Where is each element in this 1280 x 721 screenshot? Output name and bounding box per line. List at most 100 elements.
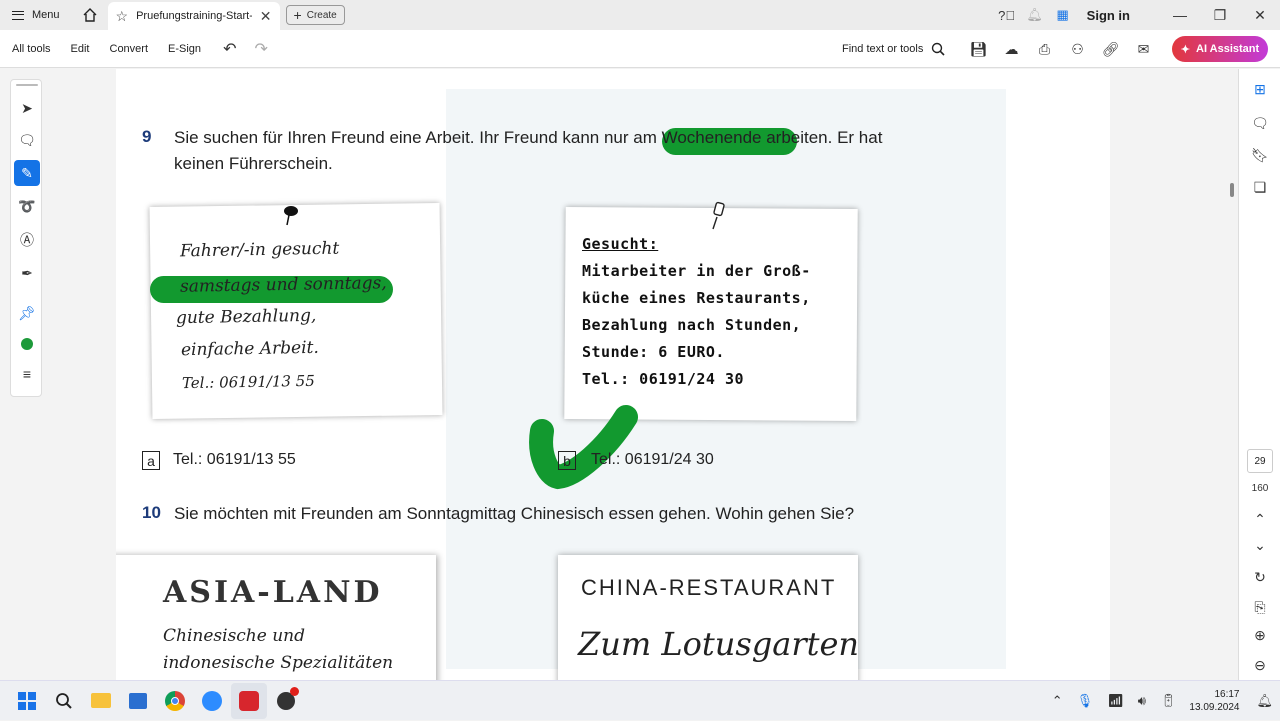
microphone-icon[interactable]: 🎙︎: [1077, 693, 1094, 709]
asia-land-subtitle: Chinesische und indonesische Spezialität…: [163, 623, 393, 677]
star-icon[interactable]: ☆: [116, 8, 129, 25]
menu-label: Menu: [32, 9, 60, 21]
close-window-button[interactable]: ✕: [1240, 0, 1280, 30]
clock[interactable]: 16:17 13.09.2024: [1189, 688, 1239, 714]
sign-in-button[interactable]: Sign in: [1087, 8, 1130, 23]
esign-menu[interactable]: E-Sign: [156, 43, 201, 55]
search-icon: [932, 42, 945, 56]
comments-icon[interactable]: 🗨︎: [1239, 115, 1280, 132]
pages-icon[interactable]: ❏: [1239, 179, 1280, 196]
card-a-line-4: einfache Arbeit.: [180, 337, 319, 361]
comment-icon[interactable]: 🗨︎: [14, 127, 40, 153]
china-restaurant-title: CHINA-RESTAURANT: [581, 575, 837, 600]
email-icon[interactable]: ✉: [1127, 41, 1160, 58]
vertical-scrollbar-thumb[interactable]: [1230, 183, 1234, 197]
main-toolbar: All tools Edit Convert E-Sign ↶ ↷ Find t…: [0, 30, 1280, 68]
green-checkmark-annotation[interactable]: [528, 403, 640, 491]
chevron-up-icon[interactable]: ⌃: [1239, 511, 1280, 528]
zoom-icon[interactable]: [194, 683, 230, 719]
highlight-pen-icon[interactable]: ✎: [14, 160, 40, 186]
create-button[interactable]: + Create: [285, 5, 345, 25]
question-10-number: 10: [142, 503, 161, 522]
undo-icon[interactable]: ↶: [223, 39, 236, 59]
ai-comment-icon[interactable]: ⊞: [1239, 81, 1280, 98]
bookmark-icon[interactable]: 🔖︎: [1239, 147, 1280, 164]
card-b-line-5: Stunde: 6 EURO.: [582, 343, 725, 361]
asia-land-sub-1: Chinesische und: [163, 626, 306, 646]
asia-land-sub-2: indonesische Spezialitäten: [163, 653, 394, 673]
option-b-box[interactable]: b: [558, 451, 576, 470]
card-b-line-1: Gesucht:: [582, 235, 659, 253]
bell-icon[interactable]: 🔔︎: [1021, 0, 1049, 30]
all-tools-menu[interactable]: All tools: [0, 43, 51, 55]
store-icon[interactable]: [120, 683, 156, 719]
sign-pen-icon[interactable]: ✒: [14, 260, 40, 286]
share-user-icon[interactable]: ⚇: [1061, 41, 1094, 58]
chevron-down-icon[interactable]: ⌄: [1239, 537, 1280, 554]
card-a-line-1: Fahrer/-in gesucht: [179, 238, 340, 262]
right-rail: ⊞ 🗨︎ 🔖︎ ❏ 29 160 ⌃ ⌄ ↻ ⎘ ⊕ ⊖: [1110, 69, 1280, 680]
question-9-line-1: Sie suchen für Ihren Freund eine Arbeit.…: [174, 128, 883, 147]
link-icon[interactable]: 🔗︎: [1094, 41, 1127, 58]
zoom-out-icon[interactable]: ⊖: [1239, 657, 1280, 674]
windows-taskbar: ⌃ 🎙︎ 📶︎ 🔊︎ 🔋︎ 16:17 13.09.2024 🔔︎: [0, 680, 1280, 720]
option-a-text: Tel.: 06191/13 55: [173, 451, 296, 468]
card-b-line-4: Bezahlung nach Stunden,: [582, 316, 802, 334]
minimize-button[interactable]: —: [1160, 0, 1200, 30]
card-a-line-2: samstags und sonntags,: [179, 273, 387, 297]
menu-button[interactable]: Menu: [0, 0, 72, 30]
notification-bell-icon[interactable]: 🔔︎: [1256, 693, 1273, 709]
document-tab[interactable]: ☆ Pruefungstraining-Start-... ✕: [107, 2, 280, 30]
option-a-box[interactable]: a: [142, 451, 160, 470]
hamburger-icon: [12, 10, 24, 20]
close-tab-icon[interactable]: ✕: [260, 8, 272, 25]
card-b-line-3: küche eines Restaurants,: [582, 289, 811, 307]
page-fit-icon[interactable]: ⎘: [1239, 599, 1280, 616]
refresh-icon[interactable]: ↻: [1239, 569, 1280, 586]
chevron-up-tray-icon[interactable]: ⌃: [1052, 693, 1063, 709]
help-icon[interactable]: ?⃝: [993, 0, 1021, 30]
pdf-page[interactable]: 9 Sie suchen für Ihren Freund eine Arbei…: [116, 69, 1110, 680]
plus-icon: +: [293, 7, 302, 23]
asia-land-title: ASIA-LAND: [163, 575, 383, 610]
line-weight-icon[interactable]: ≡: [14, 361, 40, 387]
thumbtack-icon: [712, 201, 725, 230]
windows-start-icon[interactable]: [9, 683, 45, 719]
maximize-button[interactable]: ❐: [1200, 0, 1240, 30]
tab-title: Pruefungstraining-Start-...: [136, 10, 252, 22]
find-tools[interactable]: Find text or tools: [842, 30, 945, 68]
current-page-field[interactable]: 29: [1247, 449, 1273, 473]
zoom-in-icon[interactable]: ⊕: [1239, 627, 1280, 644]
select-cursor-icon[interactable]: ➤: [14, 95, 40, 121]
question-9-text: Sie suchen für Ihren Freund eine Arbeit.…: [174, 125, 882, 177]
question-10-text: Sie möchten mit Freunden am Sonntagmitta…: [174, 504, 855, 523]
save-icon[interactable]: 💾︎: [962, 41, 995, 58]
panel-grip[interactable]: [16, 84, 38, 86]
apps-grid-icon[interactable]: ▦: [1049, 0, 1077, 30]
lasso-icon[interactable]: ➰: [14, 193, 40, 219]
text-box-icon[interactable]: Ⓐ: [14, 227, 40, 253]
file-explorer-icon[interactable]: [83, 683, 119, 719]
home-button[interactable]: [72, 0, 108, 30]
obs-icon[interactable]: [268, 683, 304, 719]
color-picker[interactable]: [14, 331, 40, 357]
edit-menu[interactable]: Edit: [59, 43, 90, 55]
acrobat-icon[interactable]: [231, 682, 267, 719]
lotusgarten-title: Zum Lotusgarten: [578, 625, 860, 663]
title-bar: Menu ☆ Pruefungstraining-Start-... ✕ + C…: [0, 0, 1280, 30]
pin-icon[interactable]: 📌︎: [14, 300, 40, 326]
redo-icon[interactable]: ↷: [254, 39, 267, 59]
battery-icon[interactable]: 🔋︎: [1160, 693, 1177, 709]
card-a-line-3: gute Bezahlung,: [175, 305, 317, 329]
chrome-icon[interactable]: [157, 683, 193, 719]
clock-time: 16:17: [1214, 689, 1240, 700]
card-a-line-5: Tel.: 06191/13 55: [181, 371, 315, 393]
ai-assistant-button[interactable]: ✦ AI Assistant: [1172, 36, 1268, 62]
print-icon[interactable]: ⎙: [1028, 41, 1061, 58]
upload-cloud-icon[interactable]: ☁: [995, 41, 1028, 58]
search-taskbar-icon[interactable]: [46, 683, 82, 719]
volume-icon[interactable]: 🔊︎: [1138, 693, 1146, 709]
wifi-icon[interactable]: 📶︎: [1107, 693, 1124, 709]
convert-menu[interactable]: Convert: [98, 43, 149, 55]
option-b-text: Tel.: 06191/24 30: [591, 451, 714, 468]
